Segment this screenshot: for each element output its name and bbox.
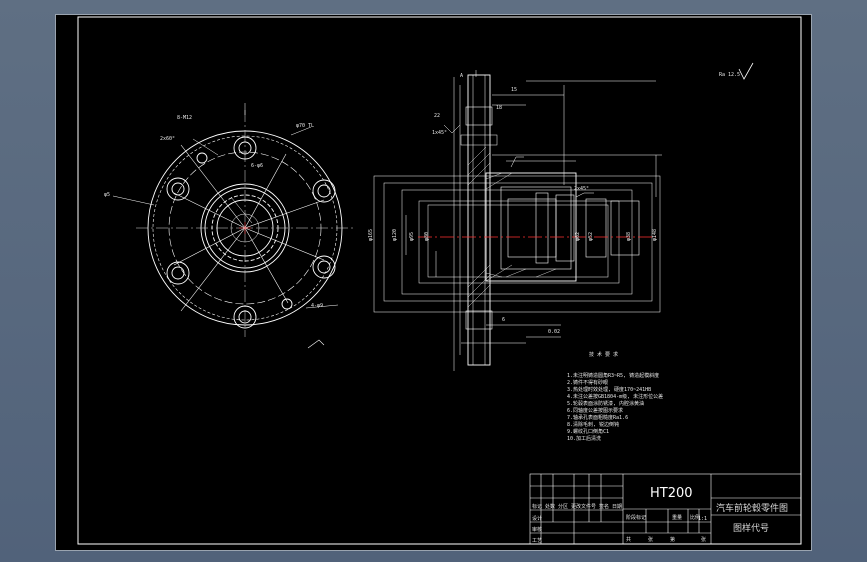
drawing-sheet: 8-M12 2x60° φ5 φ70 TL 4-φ9 6-φ6 φ165 φ12… — [55, 14, 812, 551]
tech-req-1: 2.铸件不得有砂眼 — [567, 379, 608, 386]
sec-ann-6: φ38 — [626, 232, 632, 241]
tb-col-label-2: 比例 — [690, 514, 700, 521]
sec-ann-13: 2x45° — [574, 186, 589, 192]
tech-req-6: 7.轴承孔表面粗糙度Ra1.6 — [567, 414, 628, 421]
tb-bottom-label-3: 张 — [701, 536, 706, 543]
tech-req-4: 5.轮毂表面涂防锈漆, 内腔涂黄油 — [567, 400, 644, 407]
sec-ann-2: φ95 — [409, 232, 415, 241]
tb-bottom-label-0: 共 — [626, 536, 631, 543]
front-ann-1: 8-M12 — [177, 115, 192, 121]
sec-ann-11: 6 — [502, 317, 505, 323]
front-ann-2: 4-φ9 — [311, 303, 323, 309]
sec-ann-15: A — [460, 73, 463, 79]
tb-row-label-1: 设计 — [532, 515, 542, 522]
tb-col-label-1: 重量 — [672, 514, 682, 521]
sec-ann-9: 18 — [496, 105, 502, 111]
sec-ann-3: φ80 — [424, 232, 430, 241]
front-ann-3: φ5 — [104, 192, 110, 198]
tech-req-3: 4.未注公差按GB1804-m级, 未注形位公差 — [567, 393, 663, 400]
tech-req-title: 技 术 要 求 — [589, 351, 618, 358]
front-ann-5: φ70 TL — [296, 123, 314, 129]
tech-req-9: 10.加工后清洗 — [567, 435, 601, 442]
front-ann-0: 2x60° — [160, 136, 175, 142]
tech-req-8: 9.螺纹孔口倒角C1 — [567, 428, 609, 435]
tb-row-label-0: 标记 处数 分区 更改文件号 签名 日期 — [532, 503, 622, 510]
tech-requirements: 技 术 要 求 1.未注明铸造圆角R3~R5, 铸造起模斜度 2.铸件不得有砂眼… — [567, 351, 663, 442]
part-title: 汽车前轮毂零件图 — [716, 502, 788, 514]
sec-ann-5: φ52 — [588, 232, 594, 241]
sec-ann-1: φ120 — [392, 229, 398, 241]
tb-bottom-label-1: 张 — [648, 536, 653, 543]
sec-ann-8: 15 — [511, 87, 517, 93]
tech-req-0: 1.未注明铸造圆角R3~R5, 铸造起模斜度 — [567, 372, 659, 379]
front-view — [112, 103, 354, 349]
front-ann-4: 6-φ6 — [251, 163, 263, 169]
tech-req-5: 6.同轴度公差按图示要求 — [567, 407, 623, 414]
tb-row-label-3: 工艺 — [532, 538, 542, 544]
sec-ann-14: 0.02 — [548, 329, 560, 335]
tb-bottom-label-2: 第 — [670, 536, 675, 543]
roughness-text: Ra 12.5 — [719, 72, 740, 78]
engineering-drawing: 8-M12 2x60° φ5 φ70 TL 4-φ9 6-φ6 φ165 φ12… — [77, 16, 802, 545]
drawing-code-label: 图样代号 — [733, 522, 769, 534]
section-view — [373, 70, 662, 371]
material-label: HT200 — [650, 486, 693, 501]
tb-col-label-0: 阶段标记 — [626, 514, 646, 521]
roughness-symbol: Ra 12.5 — [719, 62, 754, 80]
sec-ann-7: φ148 — [652, 229, 658, 241]
tech-req-7: 8.清除毛刺, 锐边倒钝 — [567, 421, 619, 428]
section-annotations: φ165 φ120 φ95 φ80 φ62 φ52 φ38 φ148 15 18… — [368, 73, 658, 335]
sec-ann-12: 1x45° — [432, 130, 447, 136]
sec-ann-0: φ165 — [368, 229, 374, 241]
tb-row-label-2: 审核 — [532, 526, 542, 533]
sec-ann-4: φ62 — [575, 232, 581, 241]
tech-req-2: 3.热处理时效处理, 硬度170~241HB — [567, 386, 651, 393]
sec-ann-10: 22 — [434, 113, 440, 119]
front-view-center-marks — [239, 222, 251, 234]
